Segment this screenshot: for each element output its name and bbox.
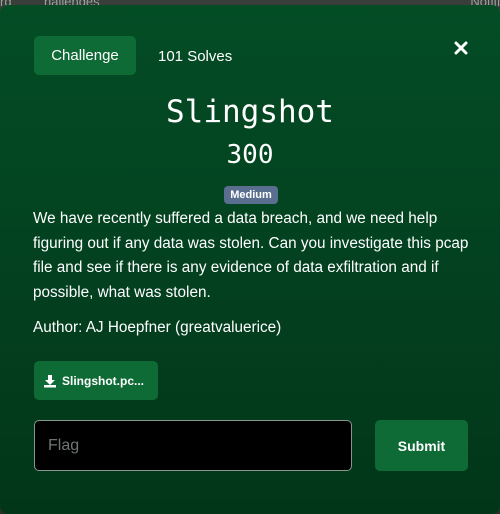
flag-input[interactable]	[34, 420, 352, 471]
file-download-button[interactable]: Slingshot.pc...	[34, 361, 158, 400]
difficulty-badge: Medium	[224, 186, 278, 204]
file-download-label: Slingshot.pc...	[62, 373, 145, 388]
challenge-modal: Challenge 101 Solves Slingshot 300 Mediu…	[0, 5, 500, 514]
tab-solves[interactable]: 101 Solves	[158, 48, 232, 65]
download-icon	[44, 374, 56, 387]
close-icon[interactable]	[452, 39, 470, 57]
challenge-value: 300	[226, 140, 274, 170]
challenge-description: We have recently suffered a data breach,…	[33, 210, 469, 301]
submit-button[interactable]: Submit	[375, 420, 468, 471]
challenge-title: Slingshot	[166, 94, 334, 130]
tab-challenge[interactable]: Challenge	[34, 36, 136, 75]
challenge-author: Author: AJ Hoepfner (greatvaluerice)	[33, 319, 282, 336]
